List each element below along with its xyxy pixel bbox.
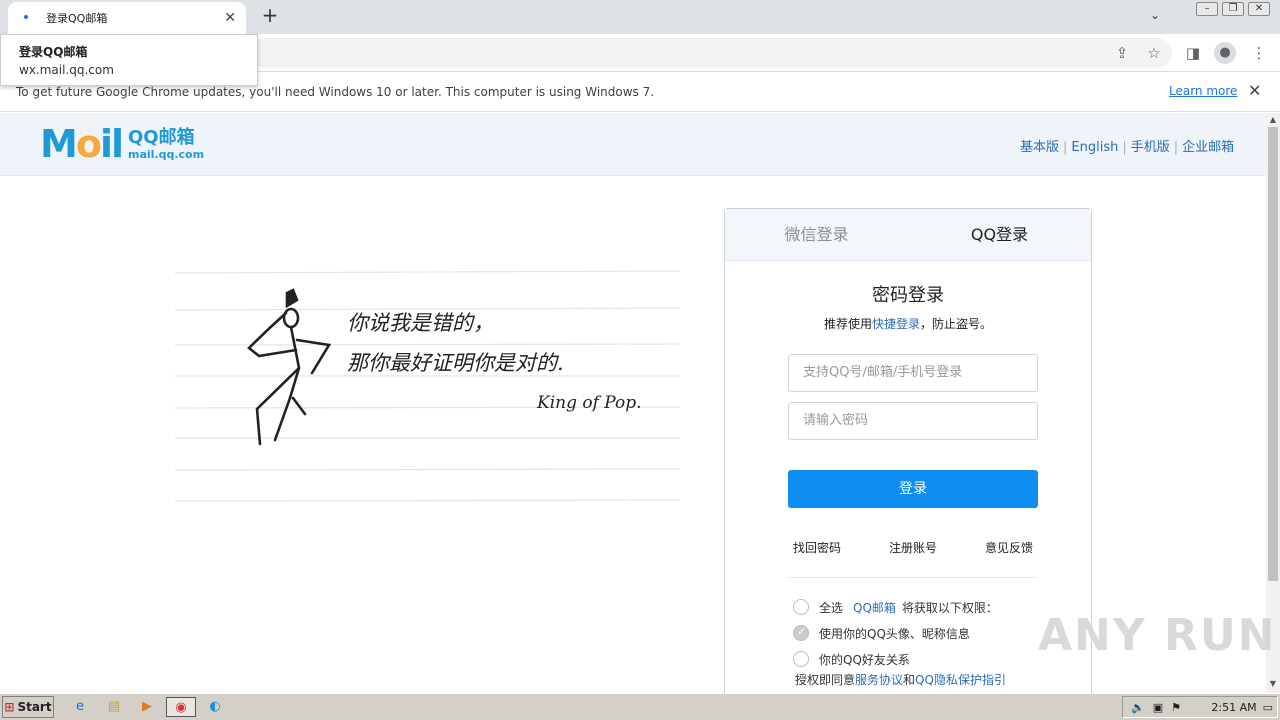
friends-permission-checkbox[interactable]: [793, 651, 809, 667]
windows-taskbar: ⊞ Start e ▤ ▶ ◉ ◐ 🔈 ▣ ⚑ 2:51 AM ▭: [0, 693, 1280, 720]
friends-permission-label: 你的QQ好友关系: [819, 652, 910, 667]
chrome-taskbar-icon[interactable]: ◉: [166, 697, 196, 717]
restore-button[interactable]: ❐: [1222, 2, 1244, 16]
address-bar[interactable]: [250, 38, 1172, 68]
volume-icon[interactable]: 🔈: [1131, 701, 1145, 714]
scroll-down-icon[interactable]: ▼: [1266, 679, 1280, 691]
privacy-guide-link[interactable]: QQ隐私保护指引: [915, 673, 1006, 687]
close-icon[interactable]: ✕: [1248, 81, 1261, 100]
password-input[interactable]: 请输入密码: [788, 402, 1038, 440]
avatar-permission-label: 使用你的QQ头像、昵称信息: [819, 626, 970, 641]
permission-list: 全选 QQ邮箱 将获取以下权限： 使用你的QQ头像、昵称信息 你的QQ好友关系: [793, 594, 998, 672]
handwriting-line-1: 你说我是错的，: [347, 311, 494, 335]
account-input[interactable]: 支持QQ号/邮箱/手机号登录: [788, 354, 1038, 392]
link-basic-version[interactable]: 基本版: [1020, 140, 1059, 155]
login-title: 密码登录: [872, 285, 944, 306]
login-subtitle: 推荐使用快捷登录，防止盗号。: [725, 315, 1091, 332]
hover-card-url: wx.mail.qq.com: [19, 63, 114, 77]
account-links: 找回密码 注册账号 意见反馈: [788, 539, 1038, 556]
handwriting-illustration: 你说我是错的， 那你最好证明你是对的. King of Pop.: [175, 270, 681, 502]
select-all-checkbox[interactable]: [793, 599, 809, 615]
agree-prefix: 授权即同意: [795, 673, 856, 687]
file-explorer-icon[interactable]: ▤: [102, 697, 126, 717]
loading-icon: •: [21, 10, 31, 26]
learn-more-link[interactable]: Learn more: [1169, 84, 1237, 98]
subtitle-suffix: ，防止盗号。: [920, 317, 993, 331]
flag-icon[interactable]: ⚑: [1171, 701, 1181, 714]
side-panel-icon[interactable]: ◨: [1182, 42, 1204, 64]
system-tray: 🔈 ▣ ⚑ 2:51 AM ▭: [1122, 696, 1278, 718]
show-desktop-icon[interactable]: ▭: [1263, 701, 1273, 714]
edge-icon[interactable]: ◐: [203, 697, 227, 717]
handwriting-line-2: 那你最好证明你是对的.: [347, 351, 564, 375]
scrollbar-thumb[interactable]: [1268, 127, 1278, 581]
service-agreement-link[interactable]: 服务协议: [855, 673, 903, 687]
login-tabs: 微信登录 QQ登录: [725, 209, 1091, 261]
perm-friends: 你的QQ好友关系: [793, 646, 998, 672]
new-tab-button[interactable]: +: [259, 5, 281, 27]
logo-title: QQ邮箱: [128, 126, 195, 148]
page-content: Moil QQ邮箱 mail.qq.com 基本版 | English | 手机版 | 企业…: [0, 113, 1266, 693]
minimize-button[interactable]: –: [1196, 2, 1218, 16]
link-enterprise[interactable]: 企业邮箱: [1182, 140, 1234, 155]
profile-avatar-icon[interactable]: ●: [1214, 42, 1236, 64]
tab-hover-card: 登录QQ邮箱 wx.mail.qq.com: [0, 34, 258, 86]
start-button[interactable]: ⊞ Start: [2, 696, 54, 718]
login-panel: 微信登录 QQ登录 密码登录 推荐使用快捷登录，防止盗号。 支持QQ号/邮箱/手…: [724, 208, 1092, 693]
qq-mail-logo[interactable]: Moil QQ邮箱 mail.qq.com: [40, 122, 205, 166]
register-link[interactable]: 注册账号: [889, 539, 937, 556]
quick-login-link[interactable]: 快捷登录: [872, 317, 920, 331]
avatar-permission-checkbox[interactable]: [793, 625, 809, 641]
window-controls: – ❐ ✕: [1196, 2, 1270, 16]
feedback-link[interactable]: 意见反馈: [985, 539, 1033, 556]
forgot-password-link[interactable]: 找回密码: [793, 539, 841, 556]
link-mobile[interactable]: 手机版: [1131, 140, 1170, 155]
share-icon[interactable]: ⇪: [1111, 42, 1133, 64]
tab-title: 登录QQ邮箱: [46, 12, 108, 25]
agreement-text: 授权即同意服务协议和QQ隐私保护指引: [795, 671, 1006, 688]
divider: [788, 577, 1038, 578]
subtitle-prefix: 推荐使用: [823, 317, 872, 331]
perm-suffix: 将获取以下权限：: [901, 600, 998, 615]
close-tab-icon[interactable]: ✕: [224, 10, 236, 26]
browser-tab-strip: • 登录QQ邮箱 ✕ + ⌄ – ❐ ✕: [0, 0, 1280, 34]
close-window-button[interactable]: ✕: [1248, 2, 1270, 16]
bookmark-star-icon[interactable]: ☆: [1143, 42, 1165, 64]
link-english[interactable]: English: [1071, 140, 1118, 155]
page-scrollbar[interactable]: ▲ ▼: [1266, 113, 1280, 693]
windows-logo-icon: ⊞: [4, 700, 15, 714]
network-icon[interactable]: ▣: [1153, 701, 1163, 714]
top-links: 基本版 | English | 手机版 | 企业邮箱: [1020, 140, 1235, 155]
hover-card-title: 登录QQ邮箱: [19, 45, 88, 59]
mail-logo-mark: Moil: [40, 122, 124, 166]
clock[interactable]: 2:51 AM: [1211, 701, 1256, 714]
site-header: Moil QQ邮箱 mail.qq.com 基本版 | English | 手机版 | 企业…: [0, 113, 1266, 176]
chevron-down-icon[interactable]: ⌄: [1150, 8, 1160, 22]
media-player-icon[interactable]: ▶: [135, 697, 159, 717]
perm-avatar: 使用你的QQ头像、昵称信息: [793, 620, 998, 646]
anyrun-watermark: ANY RUN: [1038, 610, 1277, 661]
scroll-up-icon[interactable]: ▲: [1266, 115, 1280, 127]
handwriting-signature: King of Pop.: [536, 393, 642, 413]
dancer-figure: [247, 288, 332, 446]
perm-select-all: 全选 QQ邮箱 将获取以下权限：: [793, 594, 998, 620]
login-button[interactable]: 登录: [788, 470, 1038, 508]
tab-wechat-login[interactable]: 微信登录: [725, 209, 908, 260]
perm-app-name: QQ邮箱: [853, 600, 896, 615]
infobar-message: To get future Google Chrome updates, you…: [16, 84, 655, 99]
internet-explorer-icon[interactable]: e: [68, 697, 92, 717]
agree-and: 和: [903, 673, 916, 687]
logo-url: mail.qq.com: [128, 147, 205, 161]
menu-kebab-icon[interactable]: ⋮: [1248, 42, 1270, 64]
tab-qq-login[interactable]: QQ登录: [908, 209, 1091, 260]
select-all-label: 全选: [819, 600, 844, 615]
browser-tab[interactable]: • 登录QQ邮箱 ✕: [8, 2, 246, 34]
start-label: Start: [17, 700, 52, 714]
